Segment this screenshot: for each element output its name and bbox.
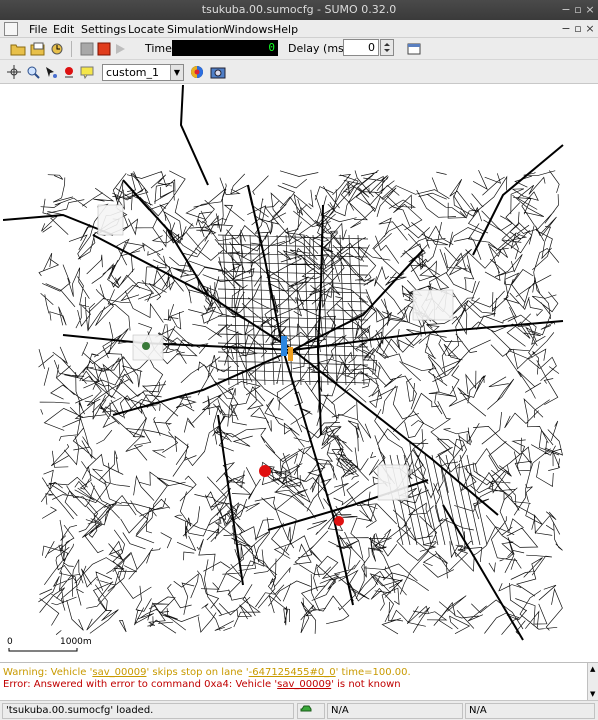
recenter-view-icon[interactable] (5, 63, 23, 81)
delay-input[interactable]: 0 (343, 39, 379, 56)
color-scheme-value: custom_1 (106, 66, 160, 79)
status-bar: 'tsukuba.00.sumocfg' loaded. 11 N/A N/A (0, 700, 598, 720)
message-window[interactable]: Warning: Vehicle 'sav_00009' skips stop … (0, 662, 598, 700)
vehicle-marker[interactable] (259, 465, 271, 477)
mdi-restore-icon[interactable]: ▫ (572, 23, 584, 35)
vehicle-marker[interactable] (334, 516, 344, 526)
vehicle-link[interactable]: sav_00009 (277, 679, 331, 690)
menu-locate[interactable]: Locate (128, 23, 165, 36)
maximize-icon[interactable]: ▫ (572, 4, 584, 16)
status-message: 'tsukuba.00.sumocfg' loaded. (2, 703, 294, 719)
menu-simulation[interactable]: Simulation (167, 23, 226, 36)
step-button[interactable] (112, 40, 130, 58)
warning-message: Warning: Vehicle 'sav_00009' skips stop … (3, 667, 411, 678)
stop-button[interactable] (95, 40, 113, 58)
scale-bar (8, 648, 78, 652)
time-display: 0 (172, 40, 278, 56)
simulation-toolbar: Time: 0 Delay (ms): 0 (0, 38, 598, 60)
mdi-close-icon[interactable]: × (584, 23, 596, 35)
view-toolbar: custom_1 ▼ (0, 60, 598, 84)
road-network: 0 1000m (3, 85, 564, 652)
app-menu-icon[interactable] (4, 22, 18, 36)
scale-zero-label: 0 (7, 637, 13, 647)
map-canvas[interactable]: 0 1000m (3, 85, 595, 660)
menubar: File Edit Settings Locate Simulation Win… (0, 20, 598, 38)
zoom-icon[interactable] (24, 63, 42, 81)
edit-coloring-icon[interactable] (188, 63, 206, 81)
poi-marker[interactable] (142, 342, 150, 350)
bus-stop[interactable] (281, 336, 287, 356)
menu-windows[interactable]: Windows (224, 23, 273, 36)
chevron-down-icon[interactable]: ▼ (170, 65, 183, 80)
minimize-icon[interactable]: − (560, 4, 572, 16)
vehicle-count: 11 (297, 703, 325, 720)
message-scrollbar[interactable]: ▲ ▼ (587, 663, 598, 700)
scroll-up-icon[interactable]: ▲ (590, 665, 595, 673)
delay-spinner[interactable] (380, 39, 394, 56)
car-icon (300, 705, 312, 712)
menu-edit[interactable]: Edit (53, 23, 74, 36)
scroll-down-icon[interactable]: ▼ (590, 690, 595, 698)
separator (71, 41, 72, 57)
color-scheme-select[interactable]: custom_1 ▼ (102, 64, 184, 81)
locate-vehicle-icon[interactable] (60, 63, 78, 81)
window-titlebar: tsukuba.00.sumocfg - SUMO 0.32.0 − ▫ × (0, 0, 598, 20)
new-view-icon[interactable] (405, 40, 423, 58)
window-title: tsukuba.00.sumocfg - SUMO 0.32.0 (201, 3, 397, 16)
menu-settings[interactable]: Settings (81, 23, 126, 36)
close-icon[interactable]: × (584, 4, 596, 16)
geo-coordinate-readout: N/A (465, 703, 595, 719)
scale-distance-label: 1000m (60, 637, 92, 647)
lane-link[interactable]: -647125455#0_0 (249, 667, 336, 678)
menu-file[interactable]: File (29, 23, 47, 36)
run-button[interactable] (78, 40, 96, 58)
parking-area[interactable] (288, 347, 293, 361)
menu-help[interactable]: Help (273, 23, 298, 36)
reload-icon[interactable] (48, 40, 66, 58)
coordinate-readout: N/A (327, 703, 463, 719)
open-network-icon[interactable] (29, 40, 47, 58)
tooltip-icon[interactable] (78, 63, 96, 81)
open-folder-icon[interactable] (9, 40, 27, 58)
locate-junction-icon[interactable] (42, 63, 60, 81)
screenshot-icon[interactable] (209, 63, 227, 81)
vehicle-link[interactable]: sav_00009 (92, 667, 146, 678)
error-message: Error: Answered with error to command 0x… (3, 679, 401, 690)
mdi-minimize-icon[interactable]: − (560, 23, 572, 35)
minor-roads (38, 169, 563, 635)
